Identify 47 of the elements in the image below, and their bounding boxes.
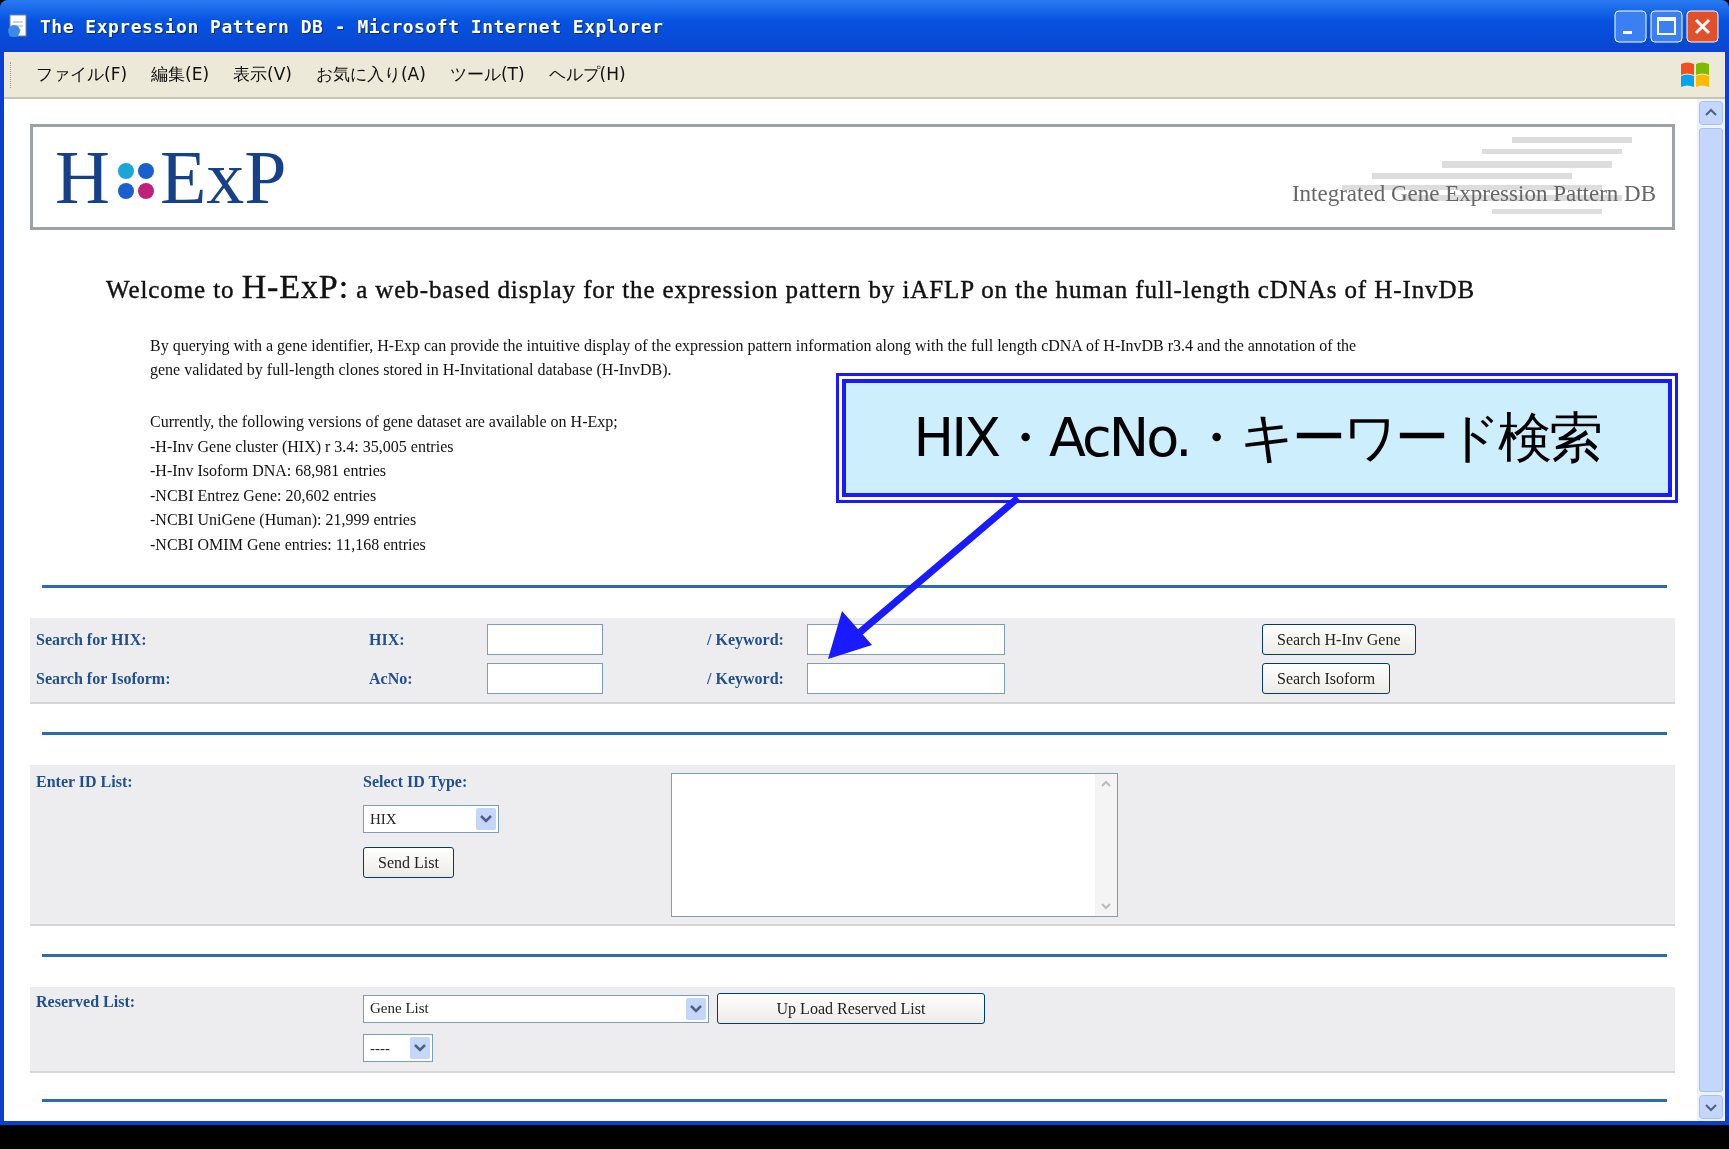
- tagline: Integrated Gene Expression Pattern DB: [1291, 181, 1656, 207]
- section-label: Search for Isoform:: [36, 669, 172, 688]
- field-label: / Keyword:: [707, 630, 785, 649]
- field-label: Select ID Type:: [363, 773, 468, 791]
- send-list-button[interactable]: Send List: [363, 847, 454, 878]
- scrollbar[interactable]: [1697, 99, 1725, 1121]
- versions-intro: Currently, the following versions of gene dataset are available on H-Exp;: [150, 412, 618, 433]
- intro-paragraph: By querying with a gene identifier, H-Exp can provide the intuitive display of the expression pattern information along with the full length cDNA of H-InvDB r3.4 and the annotation of the gene validated by full-length clones stored in H-Invitational database (H-InvDB).: [150, 336, 1358, 381]
- close-button[interactable]: [1686, 9, 1719, 43]
- menu-item[interactable]: 表示(V): [221, 63, 304, 86]
- dataset-entry: -NCBI OMIM Gene entries: 11,168 entries: [150, 534, 426, 555]
- caret-icon: [476, 808, 496, 830]
- logo-text: H: [55, 139, 110, 215]
- caret-icon: [410, 1037, 430, 1059]
- menu-item[interactable]: ヘルプ(H): [536, 63, 638, 86]
- search-button[interactable]: Search H-Inv Gene: [1262, 624, 1416, 655]
- field-label: / Keyword:: [707, 669, 785, 688]
- dropdown[interactable]: ----: [363, 1034, 433, 1062]
- menu-item[interactable]: ツール(T): [437, 63, 537, 86]
- dataset-entry: -H-Inv Isoform DNA: 68,981 entries: [150, 461, 386, 481]
- search-button[interactable]: Search Isoform: [1262, 663, 1391, 694]
- dataset-entry: -NCBI UniGene (Human): 21,999 entries: [150, 510, 417, 531]
- dropdown[interactable]: HIX: [363, 805, 499, 833]
- logo-text: ExP: [159, 139, 287, 215]
- dropdown[interactable]: Gene List: [363, 994, 709, 1023]
- dots-icon: [117, 163, 154, 199]
- field-label: HIX:: [369, 630, 406, 649]
- maximize-button[interactable]: [1650, 9, 1683, 43]
- menu-item[interactable]: 編集(E): [139, 63, 222, 86]
- input-field[interactable]: [807, 663, 1005, 694]
- input-field[interactable]: [487, 624, 603, 655]
- section-label: Reserved List:: [36, 993, 137, 1012]
- welcome-heading: Welcome to H-ExP: a web-based display for the expression pattern by iAFLP on the human full-length cDNAs of H-InvDB: [106, 268, 1475, 306]
- section-label: Search for HIX:: [36, 630, 148, 649]
- menu-item[interactable]: お気に入り(A): [303, 63, 438, 86]
- scroll-down-icon[interactable]: [1699, 1095, 1723, 1119]
- minimize-button[interactable]: [1614, 9, 1647, 43]
- field-label: AcNo:: [369, 669, 414, 688]
- window-title: The Expression Pattern DB - Microsoft Internet Explorer: [40, 15, 664, 37]
- caret-icon: [686, 997, 706, 1020]
- upload-button[interactable]: Up Load Reserved List: [717, 993, 985, 1024]
- section-label: Enter ID List:: [36, 773, 134, 792]
- input-field[interactable]: [487, 663, 603, 694]
- menu-item[interactable]: ファイル(F): [24, 63, 140, 86]
- dataset-entry: -H-Inv Gene cluster (HIX) r 3.4: 35,005 entries: [150, 436, 454, 458]
- dataset-entry: -NCBI Entrez Gene: 20,602 entries: [150, 485, 377, 506]
- scroll-up-icon[interactable]: [1699, 101, 1723, 125]
